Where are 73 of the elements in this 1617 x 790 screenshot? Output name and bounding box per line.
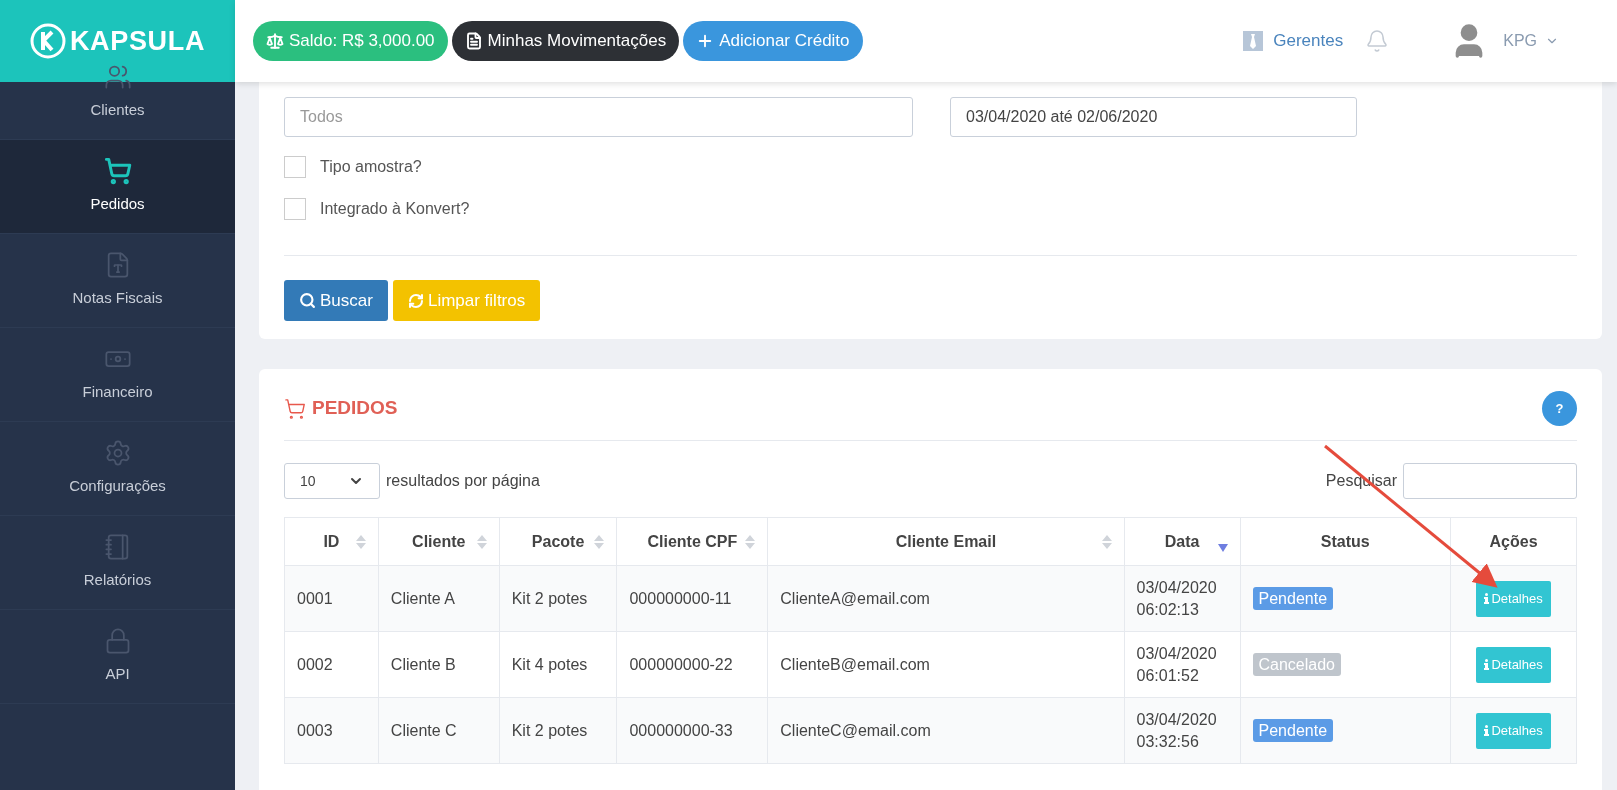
column-header[interactable]: Cliente Email — [767, 517, 1125, 566]
sidebar-label: Financeiro — [82, 382, 153, 403]
scale-icon — [266, 32, 284, 50]
page-size-select[interactable]: 10 — [284, 463, 380, 499]
tie-icon — [1243, 31, 1264, 51]
table-cell: Cliente B — [378, 631, 500, 698]
managers-link[interactable]: Gerentes — [1243, 28, 1344, 54]
status-badge: Pendente — [1252, 718, 1334, 742]
sort-icon — [594, 534, 605, 550]
checkbox[interactable] — [284, 198, 306, 220]
table-cell: 0002 — [284, 631, 379, 698]
checkbox[interactable] — [284, 156, 306, 178]
column-header[interactable]: ID — [284, 517, 379, 566]
sidebar-item[interactable]: API — [0, 610, 235, 704]
search-button[interactable]: Buscar — [284, 280, 388, 321]
table-cell: Kit 2 potes — [499, 565, 617, 632]
sort-icon — [745, 534, 756, 550]
table-cell: Kit 2 potes — [499, 697, 617, 764]
status-badge: Cancelado — [1252, 652, 1341, 676]
section-title: PEDIDOS — [312, 396, 398, 421]
table-cell: 0003 — [284, 697, 379, 764]
table-cell: 000000000-11 — [616, 565, 768, 632]
column-header: Ações — [1450, 517, 1577, 566]
document-icon — [464, 32, 483, 50]
bell-icon[interactable] — [1365, 29, 1390, 53]
info-icon — [1484, 659, 1490, 670]
page-size-label: resultados por página — [386, 471, 540, 491]
info-icon — [1484, 725, 1490, 736]
sidebar-item[interactable]: Notas Fiscais — [0, 234, 235, 328]
column-header[interactable]: Data — [1124, 517, 1240, 566]
column-header[interactable]: Pacote — [499, 517, 617, 566]
checkbox-label: Integrado à Konvert? — [320, 199, 470, 219]
sort-icon — [476, 534, 487, 550]
sidebar-label: Clientes — [90, 100, 145, 121]
status-badge: Pendente — [1252, 586, 1334, 610]
column-header: Status — [1240, 517, 1451, 566]
sidebar-item[interactable]: Configurações — [0, 422, 235, 516]
table-cell: 0001 — [284, 565, 379, 632]
sidebar-label: Pedidos — [90, 194, 145, 215]
sidebar-label: Notas Fiscais — [72, 288, 163, 309]
cart-icon — [284, 397, 306, 420]
status-select[interactable]: Todos — [284, 97, 913, 137]
sidebar-label: Relatórios — [83, 570, 152, 591]
cart-icon — [103, 157, 132, 186]
date-range-field[interactable]: 03/04/2020 até 02/06/2020 — [950, 97, 1357, 137]
sidebar-label: API — [105, 664, 130, 685]
table-cell: ClienteB@email.com — [767, 631, 1125, 698]
date-cell: 03/04/2020 03:32:56 — [1124, 697, 1240, 764]
table-cell: 000000000-33 — [616, 697, 768, 764]
sort-descending-icon — [1217, 544, 1228, 552]
column-header[interactable]: Cliente — [378, 517, 500, 566]
table-cell: Cliente A — [378, 565, 500, 632]
column-header[interactable]: Cliente CPF — [616, 517, 768, 566]
info-icon — [1484, 593, 1490, 604]
checkbox-label: Tipo amostra? — [320, 157, 422, 177]
sidebar-item[interactable]: Financeiro — [0, 328, 235, 422]
table-cell: Kit 4 potes — [499, 631, 617, 698]
refresh-icon — [407, 292, 424, 309]
search-icon — [299, 292, 316, 309]
search-field[interactable] — [1403, 463, 1577, 499]
sort-icon — [355, 534, 366, 550]
table-cell: 000000000-22 — [616, 631, 768, 698]
logo-icon — [29, 23, 66, 59]
date-cell: 03/04/2020 06:02:13 — [1124, 565, 1240, 632]
sidebar-label: Configurações — [69, 476, 166, 497]
table-cell: ClienteC@email.com — [767, 697, 1125, 764]
sidebar-item[interactable]: Pedidos — [0, 140, 235, 234]
date-cell: 03/04/2020 06:01:52 — [1124, 631, 1240, 698]
statement-button[interactable]: Minhas Movimentações — [451, 21, 680, 61]
sidebar-item[interactable]: Relatórios — [0, 516, 235, 610]
table-cell: Cliente C — [378, 697, 500, 764]
sort-icon — [1101, 534, 1112, 550]
table-cell: ClienteA@email.com — [767, 565, 1125, 632]
